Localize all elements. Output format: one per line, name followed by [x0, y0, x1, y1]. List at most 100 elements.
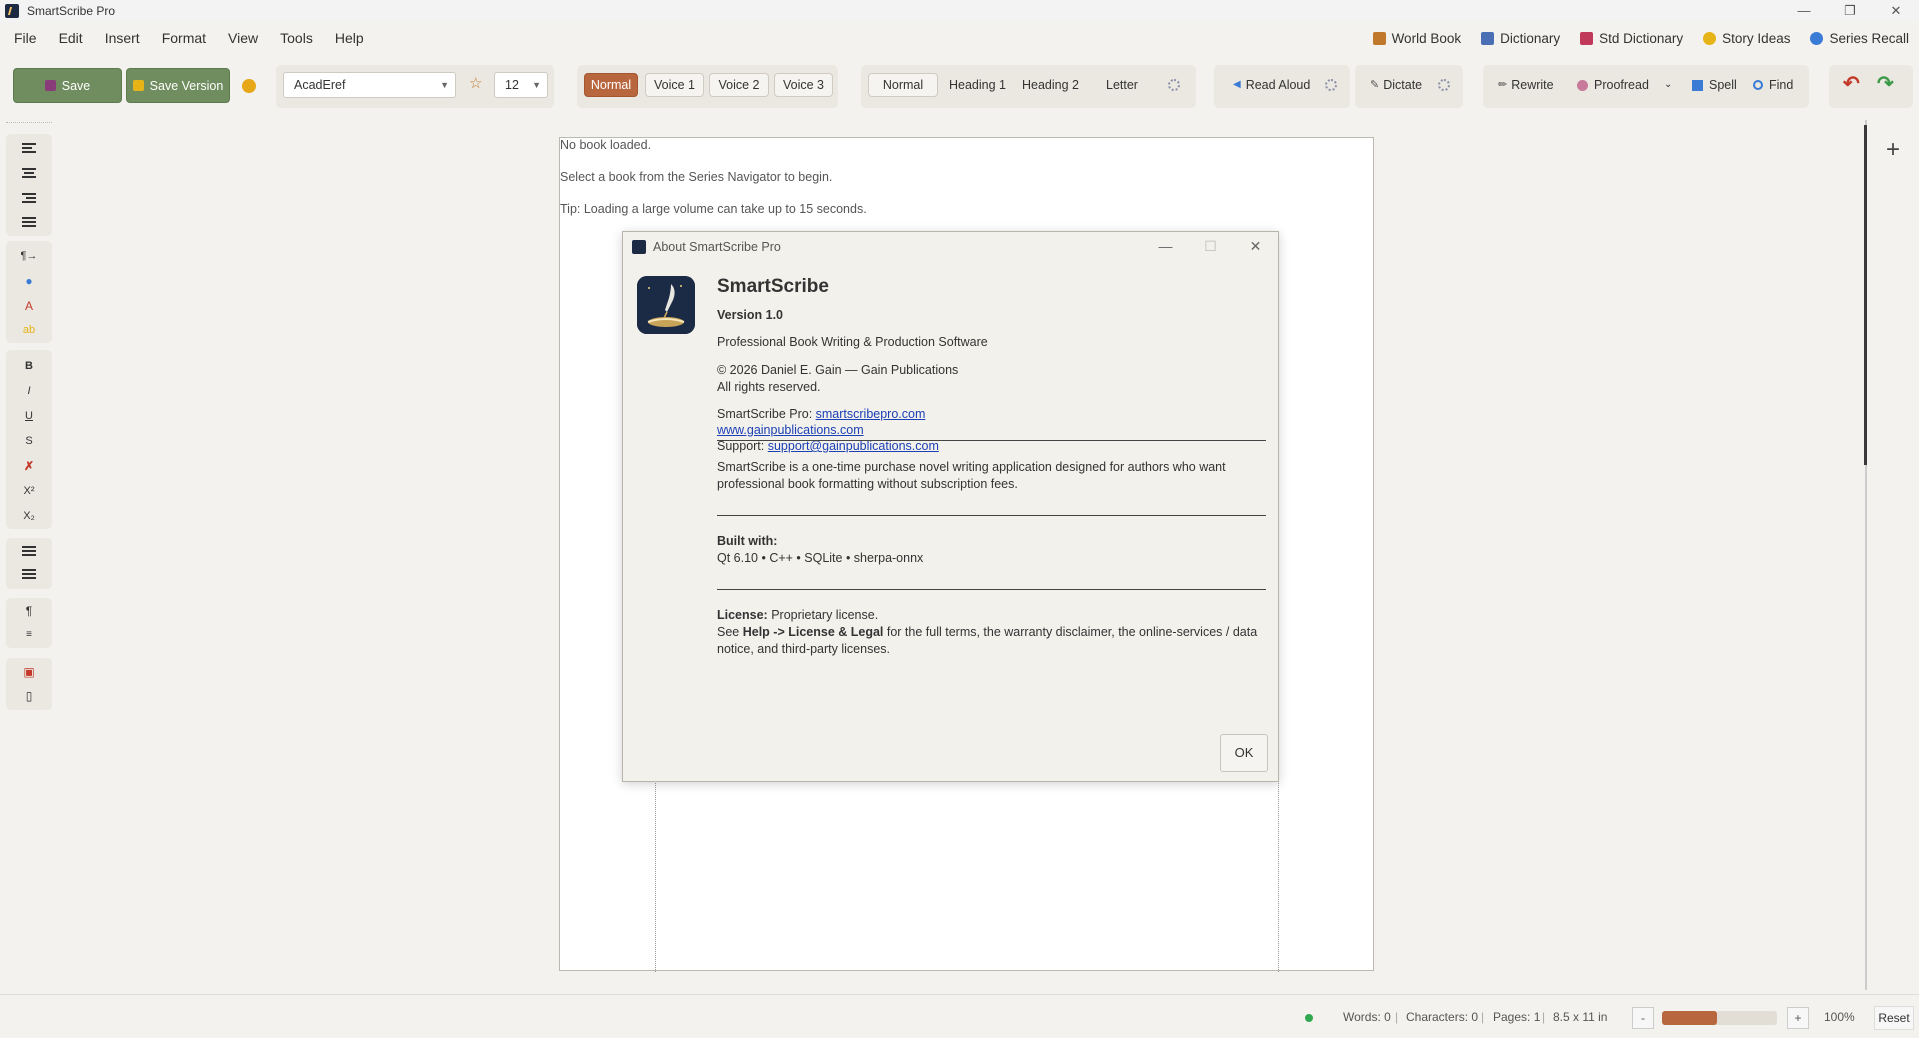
close-button[interactable]: ✕ — [1873, 0, 1919, 22]
book-icon — [1372, 31, 1386, 45]
dictionary-icon — [1481, 31, 1495, 45]
dialog-content: SmartScribe Version 1.0 Professional Boo… — [717, 276, 1267, 453]
select-book-message: Select a book from the Series Navigator … — [560, 170, 833, 184]
voice-3-button[interactable]: Voice 3 — [774, 73, 833, 97]
spell-button[interactable]: Spell — [1692, 73, 1737, 97]
minimize-button[interactable]: — — [1781, 0, 1827, 22]
italic-icon[interactable]: I — [6, 382, 52, 400]
menu-insert[interactable]: Insert — [94, 30, 151, 46]
support-email-link[interactable]: support@gainpublications.com — [768, 439, 939, 453]
numbered-list-icon[interactable] — [6, 566, 52, 584]
tagline: Professional Book Writing & Production S… — [717, 335, 988, 349]
subscript-icon[interactable]: X₂ — [6, 507, 52, 525]
voice-1-button[interactable]: Voice 1 — [645, 73, 704, 97]
style-heading-2-button[interactable]: Heading 2 — [1022, 73, 1079, 97]
bullet-list-icon[interactable] — [6, 543, 52, 561]
vertical-scrollbar[interactable] — [1863, 120, 1869, 990]
scrollbar-thumb[interactable] — [1864, 125, 1867, 465]
zoom-in-button[interactable]: + — [1787, 1007, 1809, 1029]
undo-icon[interactable]: ↶ — [1843, 72, 1860, 96]
std-dictionary-link[interactable]: Std Dictionary — [1580, 31, 1683, 46]
find-button[interactable]: Find — [1753, 73, 1793, 97]
voice-normal-button[interactable]: Normal — [584, 73, 638, 97]
list-group — [6, 538, 52, 589]
menu-help[interactable]: Help — [324, 30, 375, 46]
underline-icon[interactable]: U — [6, 407, 52, 425]
align-left-icon[interactable] — [6, 140, 52, 158]
zoom-out-button[interactable]: - — [1632, 1007, 1654, 1029]
style-letter-button[interactable]: Letter — [1106, 73, 1138, 97]
text-direction-icon[interactable]: ¶→ — [6, 247, 52, 265]
dialog-maximize-button: ☐ — [1204, 238, 1217, 254]
add-panel-button[interactable]: + — [1886, 138, 1900, 162]
series-recall-link[interactable]: Series Recall — [1810, 31, 1909, 46]
dictionary-link[interactable]: Dictionary — [1481, 31, 1560, 46]
maximize-button[interactable]: ❐ — [1827, 0, 1873, 22]
save-version-button[interactable]: Save Version — [126, 68, 230, 103]
chevron-down-icon: ▼ — [532, 80, 541, 90]
story-ideas-link[interactable]: Story Ideas — [1703, 31, 1790, 46]
description: SmartScribe is a one-time purchase novel… — [717, 460, 1226, 491]
style-heading-1-button[interactable]: Heading 1 — [949, 73, 1006, 97]
zoom-reset-button[interactable]: Reset — [1874, 1006, 1914, 1030]
font-size-select[interactable]: 12 ▼ — [494, 72, 548, 98]
highlight-icon[interactable]: ab — [6, 321, 52, 339]
menu-tools[interactable]: Tools — [269, 30, 324, 46]
strikethrough-icon[interactable]: S — [6, 432, 52, 450]
page-setup-icon[interactable]: ▯ — [6, 687, 52, 705]
built-with-value: Qt 6.10 • C++ • SQLite • sherpa-onnx — [717, 551, 924, 565]
pro-link-row: SmartScribe Pro: smartscribepro.com — [717, 407, 1267, 421]
save-button[interactable]: Save — [13, 68, 122, 103]
search-icon — [1753, 80, 1763, 90]
pdf-export-icon[interactable]: ▣ — [6, 663, 52, 681]
line-spacing-icon[interactable]: ≡ — [6, 626, 52, 644]
favorite-font-star-icon[interactable]: ☆ — [469, 76, 482, 92]
chevron-down-icon: ▼ — [440, 80, 449, 90]
style-normal-button[interactable]: Normal — [868, 73, 938, 97]
dictate-button[interactable]: ✎ Dictate — [1370, 73, 1422, 97]
dialog-close-button[interactable]: ✕ — [1233, 232, 1278, 261]
align-right-icon[interactable] — [6, 190, 52, 208]
read-aloud-button[interactable]: ◀ Read Aloud — [1233, 73, 1310, 97]
rewrite-button[interactable]: ✏ Rewrite — [1498, 73, 1554, 97]
proofread-dropdown-chevron-down-icon[interactable]: ⌄ — [1664, 73, 1672, 97]
std-dictionary-icon — [1580, 31, 1594, 45]
built-with-section: Built with: Qt 6.10 • C++ • SQLite • she… — [717, 533, 1267, 567]
bold-icon[interactable]: B — [6, 357, 52, 375]
status-separator: | — [1395, 1010, 1399, 1024]
align-center-icon[interactable] — [6, 165, 52, 183]
clear-format-icon[interactable]: ✗ — [6, 457, 52, 475]
menu-view[interactable]: View — [217, 30, 269, 46]
unsaved-indicator — [242, 79, 256, 93]
ok-button[interactable]: OK — [1220, 734, 1268, 772]
right-margin-guide — [1278, 778, 1279, 972]
proofread-button[interactable]: Proofread — [1577, 73, 1649, 97]
smartscribepro-link[interactable]: smartscribepro.com — [816, 407, 926, 421]
license-section: License: Proprietary license. See Help -… — [717, 607, 1267, 658]
dialog-minimize-button[interactable]: — — [1143, 232, 1188, 261]
menu-file[interactable]: File — [0, 30, 48, 46]
menu-edit[interactable]: Edit — [48, 30, 94, 46]
license-value: Proprietary license. — [767, 608, 879, 622]
world-book-link[interactable]: World Book — [1372, 31, 1461, 46]
zoom-slider[interactable] — [1662, 1011, 1777, 1025]
license-see-text: See — [717, 625, 743, 639]
redo-icon[interactable]: ↷ — [1877, 72, 1894, 96]
pilcrow-icon[interactable]: ¶ — [6, 602, 52, 620]
menu-format[interactable]: Format — [151, 30, 217, 46]
superscript-icon[interactable]: X² — [6, 482, 52, 500]
app-logo-icon — [5, 4, 19, 18]
text-color-icon[interactable]: A — [6, 297, 52, 315]
read-aloud-settings-gear-icon[interactable] — [1325, 73, 1337, 97]
dictate-settings-gear-icon[interactable] — [1438, 73, 1450, 97]
justify-icon[interactable] — [6, 214, 52, 232]
history-group — [1829, 65, 1913, 108]
pro-label: SmartScribe Pro: — [717, 407, 816, 421]
voice-2-button[interactable]: Voice 2 — [709, 73, 769, 97]
font-family-select[interactable]: AcadEref ▼ — [283, 72, 456, 98]
gainpublications-link[interactable]: www.gainpublications.com — [717, 423, 864, 437]
app-name: SmartScribe — [717, 276, 829, 297]
style-settings-gear-icon[interactable] — [1168, 73, 1180, 97]
zoom-search-icon[interactable]: ● — [6, 272, 52, 290]
no-book-message: No book loaded. — [560, 138, 652, 152]
